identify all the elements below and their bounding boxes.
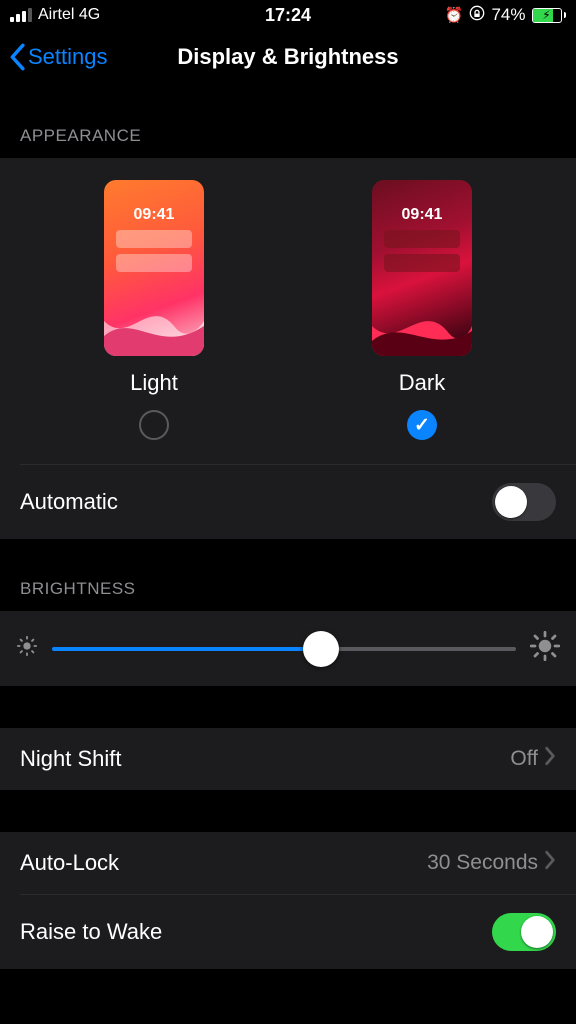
light-preview: 09:41 [104, 180, 204, 356]
appearance-option-dark[interactable]: 09:41 Dark [288, 180, 556, 440]
brightness-thumb[interactable] [303, 631, 339, 667]
brightness-panel [0, 611, 576, 686]
auto-lock-row[interactable]: Auto-Lock 30 Seconds [0, 832, 576, 894]
appearance-panel: 09:41 Light 09:41 Dark Automatic [0, 158, 576, 539]
battery-icon: ⚡︎ [532, 8, 567, 23]
brightness-header: BRIGHTNESS [0, 539, 576, 611]
nav-bar: Settings Display & Brightness [0, 28, 576, 86]
appearance-header: APPEARANCE [0, 86, 576, 158]
statusbar-time: 17:24 [0, 5, 576, 26]
appearance-option-light[interactable]: 09:41 Light [20, 180, 288, 440]
auto-lock-value: 30 Seconds [427, 851, 538, 875]
automatic-switch[interactable] [492, 483, 556, 521]
automatic-label: Automatic [20, 489, 118, 515]
brightness-slider[interactable] [52, 647, 516, 651]
page-title: Display & Brightness [0, 44, 576, 70]
raise-to-wake-switch[interactable] [492, 913, 556, 951]
night-shift-label: Night Shift [20, 746, 122, 772]
night-shift-row[interactable]: Night Shift Off [0, 728, 576, 790]
raise-to-wake-label: Raise to Wake [20, 919, 162, 945]
chevron-right-icon [544, 746, 556, 772]
status-bar: Airtel 4G 17:24 ⏰ 74% ⚡︎ [0, 0, 576, 28]
light-label: Light [130, 370, 178, 396]
dark-label: Dark [399, 370, 445, 396]
light-radio[interactable] [139, 410, 169, 440]
chevron-right-icon [544, 850, 556, 876]
sun-large-icon [530, 631, 560, 666]
dark-radio[interactable] [407, 410, 437, 440]
automatic-row: Automatic [0, 465, 576, 539]
night-shift-value: Off [510, 747, 538, 771]
sun-small-icon [16, 635, 38, 662]
auto-lock-label: Auto-Lock [20, 850, 119, 876]
dark-preview: 09:41 [372, 180, 472, 356]
raise-to-wake-row: Raise to Wake [0, 895, 576, 969]
